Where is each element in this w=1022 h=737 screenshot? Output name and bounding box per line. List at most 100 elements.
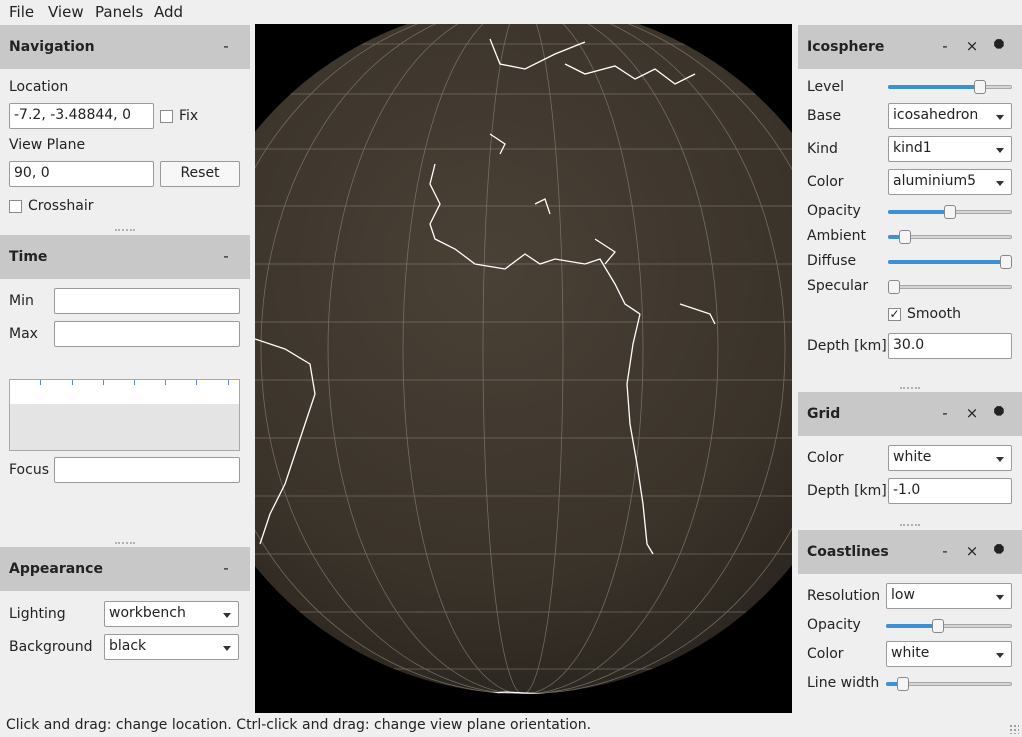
menu-file[interactable]: File — [9, 3, 34, 21]
coastlines-opacity-slider[interactable] — [886, 618, 1012, 634]
lighting-select[interactable]: workbench — [104, 601, 239, 627]
globe-render[interactable] — [255, 24, 792, 713]
coastlines-minimize-button[interactable]: - — [938, 542, 952, 560]
time-collapse-button[interactable]: - — [219, 247, 233, 265]
slider-handle[interactable] — [974, 80, 986, 94]
resolution-select[interactable]: low — [886, 583, 1012, 609]
navigation-panel-header[interactable]: Navigation - — [0, 25, 250, 69]
splitter-handle[interactable] — [900, 524, 920, 527]
kind-select[interactable]: kind1 — [888, 136, 1012, 162]
chevron-down-icon — [996, 115, 1004, 120]
slider-handle[interactable] — [944, 205, 956, 219]
slider-fill — [888, 210, 950, 214]
line-width-slider[interactable] — [886, 676, 1012, 692]
time-panel-header[interactable]: Time - — [0, 235, 250, 279]
splitter-handle[interactable] — [115, 229, 135, 232]
coastlines-title: Coastlines — [807, 544, 889, 560]
navigation-collapse-button[interactable]: - — [219, 37, 233, 55]
globe-viewport[interactable] — [255, 24, 792, 713]
coastlines-close-button[interactable]: × — [965, 542, 979, 560]
slider-fill — [886, 624, 938, 628]
specular-label: Specular — [807, 278, 869, 294]
menu-panels[interactable]: Panels — [95, 3, 143, 21]
view-plane-input[interactable]: 90, 0 — [9, 161, 154, 187]
right-sidebar: Icosphere - × ⯃ Level Base icosahedron K… — [798, 24, 1022, 713]
ambient-label: Ambient — [807, 228, 866, 244]
coastlines-color-select[interactable]: white — [886, 641, 1012, 667]
menu-add[interactable]: Add — [154, 3, 183, 21]
timeline-tick — [103, 380, 104, 385]
diffuse-slider[interactable] — [888, 254, 1012, 270]
grid-stop-icon[interactable]: ⯃ — [992, 405, 1006, 420]
slider-handle[interactable] — [888, 280, 900, 294]
grid-color-value: white — [893, 449, 932, 465]
ambient-slider[interactable] — [888, 229, 1012, 245]
grid-color-select[interactable]: white — [888, 445, 1012, 471]
smooth-checkbox[interactable]: ✓ — [888, 308, 901, 321]
grid-depth-input[interactable]: -1.0 — [888, 478, 1012, 504]
appearance-collapse-button[interactable]: - — [219, 559, 233, 577]
icosphere-close-button[interactable]: × — [965, 37, 979, 55]
line-width-label: Line width — [807, 675, 880, 691]
menu-bar: File View Panels Add — [0, 0, 1022, 24]
base-select[interactable]: icosahedron — [888, 103, 1012, 129]
slider-handle[interactable] — [899, 230, 911, 244]
splitter-handle[interactable] — [900, 387, 920, 390]
reset-button[interactable]: Reset — [160, 161, 240, 187]
lighting-label: Lighting — [9, 606, 66, 622]
globe-sphere — [255, 24, 792, 694]
grid-minimize-button[interactable]: - — [938, 404, 952, 422]
timeline-tick — [72, 380, 73, 385]
kind-label: Kind — [807, 141, 838, 157]
background-select[interactable]: black — [104, 634, 239, 660]
location-input[interactable]: -7.2, -3.48844, 0 — [9, 103, 154, 129]
coastlines-panel-header[interactable]: Coastlines - × ⯃ — [798, 530, 1022, 574]
background-label: Background — [9, 639, 93, 655]
menu-view[interactable]: View — [48, 3, 84, 21]
navigation-title: Navigation — [9, 39, 95, 55]
timeline-tick — [196, 380, 197, 385]
specular-slider[interactable] — [888, 279, 1012, 295]
color-value: aluminium5 — [893, 173, 977, 189]
slider-handle[interactable] — [932, 619, 944, 633]
smooth-label: Smooth — [907, 306, 962, 322]
location-label: Location — [9, 79, 69, 95]
icosphere-minimize-button[interactable]: - — [938, 37, 952, 55]
left-sidebar: Navigation - Location -7.2, -3.48844, 0 … — [0, 24, 250, 713]
depth-input[interactable]: 30.0 — [888, 333, 1012, 359]
resize-grip-icon[interactable] — [1009, 724, 1019, 734]
grid-close-button[interactable]: × — [965, 404, 979, 422]
slider-fill — [888, 85, 980, 89]
icosphere-panel-header[interactable]: Icosphere - × ⯃ — [798, 25, 1022, 69]
status-bar: Click and drag: change location. Ctrl-cl… — [0, 713, 1022, 737]
background-value: black — [109, 638, 147, 654]
timeline-tick — [40, 380, 41, 385]
level-label: Level — [807, 79, 844, 95]
base-value: icosahedron — [893, 107, 979, 123]
timeline-widget[interactable] — [9, 379, 240, 451]
fix-checkbox[interactable] — [160, 110, 173, 123]
slider-handle[interactable] — [897, 677, 909, 691]
crosshair-checkbox[interactable] — [9, 200, 22, 213]
slider-handle[interactable] — [1000, 255, 1012, 269]
coastlines-color-value: white — [891, 645, 930, 661]
depth-label: Depth [km] — [807, 338, 887, 354]
diffuse-label: Diffuse — [807, 253, 857, 269]
slider-fill — [888, 260, 1006, 264]
time-title: Time — [9, 249, 48, 265]
appearance-title: Appearance — [9, 561, 103, 577]
appearance-panel-header[interactable]: Appearance - — [0, 547, 250, 591]
focus-input[interactable] — [54, 457, 240, 483]
min-input[interactable] — [54, 288, 240, 314]
timeline-strip[interactable] — [10, 380, 239, 404]
color-select[interactable]: aluminium5 — [888, 169, 1012, 195]
grid-panel-header[interactable]: Grid - × ⯃ — [798, 392, 1022, 436]
max-input[interactable] — [54, 321, 240, 347]
icosphere-stop-icon[interactable]: ⯃ — [992, 38, 1006, 53]
splitter-handle[interactable] — [115, 542, 135, 545]
opacity-slider[interactable] — [888, 204, 1012, 220]
timeline-tick — [228, 380, 229, 385]
coastlines-stop-icon[interactable]: ⯃ — [992, 543, 1006, 558]
chevron-down-icon — [996, 653, 1004, 658]
level-slider[interactable] — [888, 79, 1012, 95]
